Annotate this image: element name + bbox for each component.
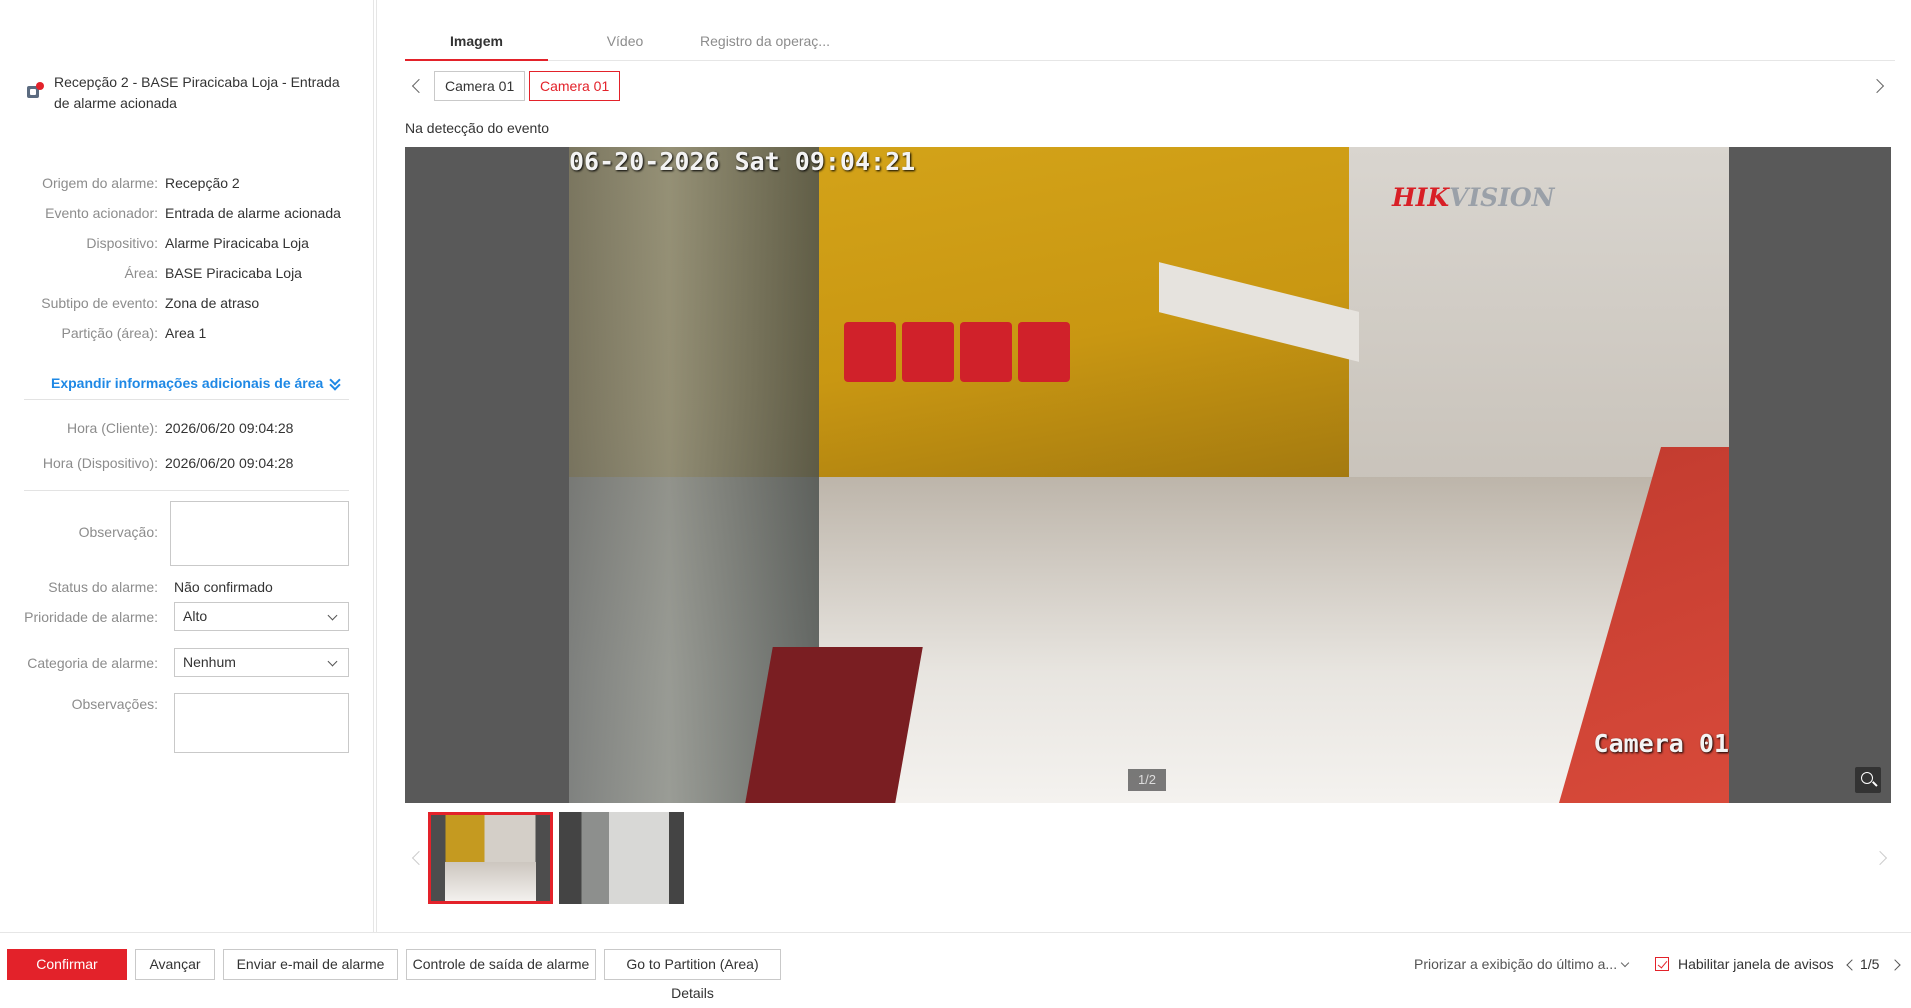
time-value: 2026/06/20 09:04:28 bbox=[165, 420, 294, 436]
info-value: Area 1 bbox=[165, 325, 207, 341]
info-key: Área: bbox=[124, 265, 158, 281]
panel-divider bbox=[376, 0, 377, 932]
info-key: Partição (área): bbox=[61, 325, 158, 341]
observacao-label: Observação: bbox=[78, 524, 158, 540]
divider bbox=[24, 399, 349, 400]
alarm-header: Recepção 2 - BASE Piracicaba Loja - Entr… bbox=[24, 72, 354, 114]
observacao-input[interactable] bbox=[170, 501, 349, 566]
tab-video[interactable]: Vídeo bbox=[580, 28, 670, 61]
tab-registro[interactable]: Registro da operaç... bbox=[685, 28, 845, 61]
info-value: Recepção 2 bbox=[165, 175, 240, 191]
tab-imagem[interactable]: Imagem bbox=[405, 28, 548, 61]
status-value: Não confirmado bbox=[174, 579, 273, 595]
bottom-toolbar: Confirmar Avançar Enviar e-mail de alarm… bbox=[0, 932, 1911, 1001]
camera-next-icon[interactable] bbox=[1869, 78, 1885, 94]
thumb-prev-icon[interactable] bbox=[411, 850, 427, 866]
zoom-in-icon[interactable] bbox=[1855, 767, 1881, 793]
observacoes-input[interactable] bbox=[174, 693, 349, 753]
info-row-particao: Partição (área): Area 1 bbox=[24, 323, 207, 343]
info-value: BASE Piracicaba Loja bbox=[165, 265, 302, 281]
image-page-indicator: 1/2 bbox=[1128, 769, 1166, 791]
camera-button-1[interactable]: Camera 01 bbox=[434, 71, 526, 101]
enable-popup-checkbox[interactable] bbox=[1655, 957, 1669, 971]
brand-part-a: HIK bbox=[1392, 183, 1450, 212]
expand-area-info-link[interactable]: Expandir informações adicionais de área bbox=[51, 373, 341, 393]
osd-timestamp: 06-20-2026 Sat 09:04:21 bbox=[569, 147, 916, 176]
time-row-cliente: Hora (Cliente): 2026/06/20 09:04:28 bbox=[24, 418, 294, 438]
info-row-area: Área: BASE Piracicaba Loja bbox=[24, 263, 302, 283]
info-key: Subtipo de evento: bbox=[41, 295, 158, 311]
time-value: 2026/06/20 09:04:28 bbox=[165, 455, 294, 471]
camera-button-2-selected[interactable]: Camera 01 bbox=[529, 71, 621, 101]
alarm-page-indicator: 1/5 bbox=[1860, 956, 1880, 972]
alarm-title: Recepção 2 - BASE Piracicaba Loja - Entr… bbox=[54, 74, 340, 111]
alarm-details-panel: Recepção 2 - BASE Piracicaba Loja - Entr… bbox=[0, 0, 374, 932]
categoria-select[interactable]: Nenhum bbox=[174, 648, 349, 677]
next-alarm-icon[interactable] bbox=[1889, 959, 1901, 971]
priority-display-select[interactable]: Priorizar a exibição do último a... bbox=[1414, 956, 1617, 972]
info-row-origem: Origem do alarme: Recepção 2 bbox=[24, 173, 240, 193]
expand-area-info-label: Expandir informações adicionais de área bbox=[51, 375, 324, 391]
alarm-output-button[interactable]: Controle de saída de alarme bbox=[406, 949, 596, 980]
tab-bar: Imagem Vídeo Registro da operaç... bbox=[405, 28, 1895, 61]
status-label: Status do alarme: bbox=[48, 579, 158, 595]
chevron-down-icon[interactable] bbox=[1620, 958, 1630, 968]
categoria-value: Nenhum bbox=[183, 654, 236, 670]
prioridade-label: Prioridade de alarme: bbox=[24, 609, 158, 625]
thumbnail-2[interactable] bbox=[559, 812, 684, 904]
divider bbox=[24, 490, 349, 491]
image-viewer[interactable]: 06-20-2026 Sat 09:04:21 HIKVISION Camera… bbox=[405, 147, 1891, 803]
advance-button[interactable]: Avançar bbox=[135, 949, 215, 980]
thumbnail-1[interactable] bbox=[428, 812, 553, 904]
info-value: Alarme Piracicaba Loja bbox=[165, 235, 309, 251]
double-chevron-down-icon bbox=[329, 377, 341, 389]
info-value: Zona de atraso bbox=[165, 295, 260, 311]
observacoes-label: Observações: bbox=[71, 696, 158, 712]
alarm-input-icon bbox=[24, 80, 46, 102]
thumb-next-icon[interactable] bbox=[1872, 850, 1888, 866]
time-key: Hora (Cliente): bbox=[66, 420, 158, 436]
info-row-dispositivo: Dispositivo: Alarme Piracicaba Loja bbox=[24, 233, 309, 253]
info-key: Dispositivo: bbox=[86, 235, 158, 251]
brand-part-b: VISION bbox=[1449, 183, 1555, 212]
confirm-button[interactable]: Confirmar bbox=[7, 949, 127, 980]
prioridade-value: Alto bbox=[183, 608, 208, 624]
camera-prev-icon[interactable] bbox=[411, 78, 427, 94]
send-email-button[interactable]: Enviar e-mail de alarme bbox=[223, 949, 398, 980]
info-row-evento: Evento acionador: Entrada de alarme acion… bbox=[24, 203, 341, 223]
time-row-dispositivo: Hora (Dispositivo): 2026/06/20 09:04:28 bbox=[24, 453, 294, 473]
time-key: Hora (Dispositivo): bbox=[42, 455, 158, 471]
event-label: Na detecção do evento bbox=[405, 120, 549, 136]
info-value: Entrada de alarme acionada bbox=[165, 205, 341, 221]
categoria-label: Categoria de alarme: bbox=[27, 655, 158, 671]
info-key: Evento acionador: bbox=[45, 205, 158, 221]
chevron-down-icon bbox=[327, 656, 338, 667]
camera-snapshot: 06-20-2026 Sat 09:04:21 HIKVISION Camera… bbox=[569, 147, 1729, 803]
partition-details-button[interactable]: Go to Partition (Area) Details bbox=[604, 949, 781, 1001]
osd-camera-name: Camera 01 bbox=[1593, 729, 1729, 758]
hikvision-logo: HIKVISION bbox=[1392, 183, 1555, 212]
chevron-down-icon bbox=[327, 610, 338, 621]
prioridade-select[interactable]: Alto bbox=[174, 602, 349, 631]
info-row-subtipo: Subtipo de evento: Zona de atraso bbox=[24, 293, 259, 313]
enable-popup-label: Habilitar janela de avisos bbox=[1678, 956, 1834, 972]
info-key: Origem do alarme: bbox=[42, 175, 158, 191]
prev-alarm-icon[interactable] bbox=[1846, 959, 1858, 971]
